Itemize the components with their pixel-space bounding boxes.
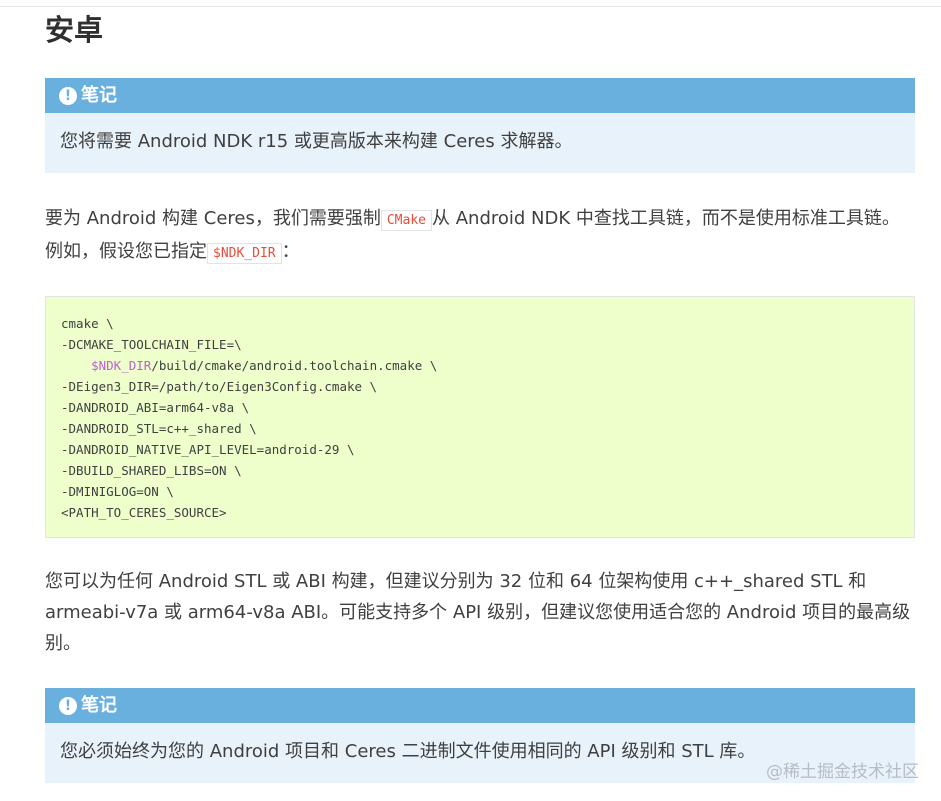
note-text: 您必须始终为您的 Android 项目和 Ceres 二进制文件使用相同的 AP… (60, 741, 756, 762)
code-content: cmake \ -DCMAKE_TOOLCHAIN_FILE=\ $NDK_DIR… (46, 297, 914, 539)
code-variable: $NDK_DIR (91, 358, 152, 373)
code-line: $NDK_DIR/build/cmake/android.toolchain.c… (61, 355, 899, 376)
exclamation-circle-icon: ! (59, 696, 77, 715)
paragraph-text: 要为 Android 构建 Ceres，我们需要强制 (45, 208, 381, 229)
code-line: -DANDROID_ABI=arm64-v8a \ (61, 400, 250, 415)
note-body: 您将需要 Android NDK r15 或更高版本来构建 Ceres 求解器。 (45, 113, 915, 173)
note-title-bar: ! 笔记 (45, 78, 915, 113)
note-text: 您将需要 Android NDK r15 或更高版本来构建 Ceres 求解器。 (60, 131, 573, 152)
inline-code-ndk-dir: $NDK_DIR (207, 243, 282, 264)
note-title: 笔记 (81, 695, 117, 716)
watermark: @稀土掘金技术社区 (766, 762, 919, 782)
code-block[interactable]: cmake \ -DCMAKE_TOOLCHAIN_FILE=\ $NDK_DIR… (45, 296, 915, 538)
paragraph-android-build: 要为 Android 构建 Ceres，我们需要强制 CMake 从 Android… (45, 203, 915, 269)
code-line: -DCMAKE_TOOLCHAIN_FILE=\ (61, 337, 242, 352)
exclamation-circle-icon: ! (59, 86, 77, 105)
paragraph-text: 您可以为任何 Android STL 或 ABI 构建，但建议分别为 32 位和… (45, 571, 911, 654)
note-title: 笔记 (81, 85, 117, 106)
paragraph-stl-abi: 您可以为任何 Android STL 或 ABI 构建，但建议分别为 32 位和… (45, 566, 915, 659)
code-line: <PATH_TO_CERES_SOURCE> (61, 505, 227, 520)
code-line: -DMINIGLOG=ON \ (61, 484, 174, 499)
code-line: -DBUILD_SHARED_LIBS=ON \ (61, 463, 242, 478)
note-admonition-1: ! 笔记 您将需要 Android NDK r15 或更高版本来构建 Ceres… (45, 78, 915, 173)
top-divider (0, 6, 941, 7)
code-text: /build/cmake/android.toolchain.cmake \ (151, 358, 438, 373)
code-line: -DANDROID_STL=c++_shared \ (61, 421, 257, 436)
note-title-bar: ! 笔记 (45, 688, 915, 723)
section-heading: 安卓 (45, 13, 104, 47)
code-line: cmake \ (61, 316, 114, 331)
paragraph-text: ： (281, 241, 300, 262)
inline-code-cmake: CMake (380, 210, 432, 231)
code-line: -DANDROID_NATIVE_API_LEVEL=android-29 \ (61, 442, 355, 457)
code-line: -DEigen3_DIR=/path/to/Eigen3Config.cmake… (61, 379, 378, 394)
